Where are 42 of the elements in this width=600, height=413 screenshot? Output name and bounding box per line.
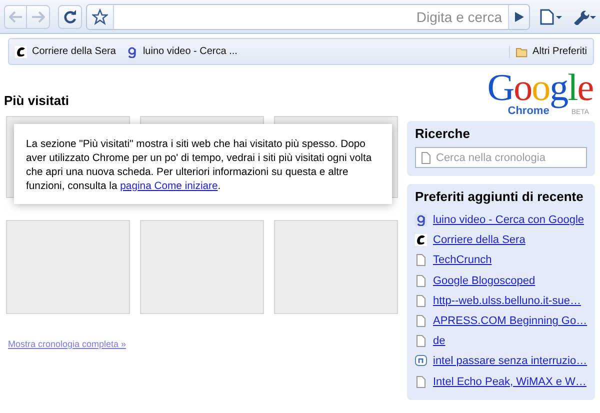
reload-icon (63, 10, 77, 24)
other-bookmarks-button[interactable]: Altri Preferiti (508, 46, 587, 58)
page-menu-icon[interactable] (540, 8, 562, 24)
bookmark[interactable]: Corriere della Sera (15, 46, 116, 58)
product-name: Chrome (508, 105, 550, 117)
letter-g-icon (415, 214, 427, 226)
page-icon (415, 376, 427, 388)
bookmark-link[interactable]: http--web.ulss.belluno.it-sue… (433, 294, 581, 307)
history-link[interactable]: Mostra cronologia completa » (8, 339, 126, 349)
panel-title: Ricerche (415, 126, 471, 141)
page-icon (420, 152, 432, 164)
bookmark-link[interactable]: TechCrunch (433, 254, 492, 266)
letter-c-icon (415, 234, 427, 246)
bookmark-link[interactable]: de (433, 335, 446, 348)
wrench-icon[interactable] (572, 8, 596, 24)
forward-arrow-icon (31, 10, 45, 22)
speech-bubble-icon (415, 355, 427, 368)
search-field[interactable]: Cerca nella cronologia (415, 147, 588, 168)
section-heading: Più visitati (4, 93, 70, 108)
bookmark-link[interactable]: luino video - Cerca con Google (433, 214, 584, 226)
reload-button[interactable] (58, 4, 82, 28)
info-message: La sezione "Più visitati" mostra i siti web che hai visitato più spesso. Dopo aver utilizzato Chrome per un po' di tempo, vedrai i siti più visitati ogni volta che apri una nuova scheda. Per ulteriori informazioni su questa e altre funzioni, consulta la pagina Come iniziare. (14, 124, 392, 204)
bookmark[interactable]: luino video - Cerca ... (126, 46, 238, 58)
bookmark-link[interactable]: Corriere della Sera (433, 234, 526, 246)
panel-title: Preferiti aggiunti di recente (415, 189, 584, 204)
bookmark-link[interactable]: intel passare senza interruzio… (433, 355, 588, 368)
bookmark-link[interactable]: APRESS.COM Beginning Go… (433, 315, 588, 328)
bookmark-link[interactable]: Intel Echo Peak, WiMAX e W… (433, 376, 586, 388)
folder-icon (516, 46, 528, 58)
page-icon (415, 315, 427, 328)
page-icon (415, 294, 427, 307)
page-icon (415, 254, 427, 266)
play-icon (514, 12, 524, 22)
page-icon (415, 335, 427, 348)
letter-c-icon (15, 46, 27, 58)
back-arrow-icon (8, 10, 22, 22)
letter-g-icon (126, 46, 138, 58)
go-button[interactable] (508, 4, 529, 28)
getting-started-link[interactable]: pagina Come iniziare (120, 181, 218, 192)
bookmark-link[interactable]: Google Blogoscoped (433, 274, 536, 287)
address-bar[interactable]: Digita e cerca (86, 4, 530, 30)
page-icon (415, 274, 427, 287)
